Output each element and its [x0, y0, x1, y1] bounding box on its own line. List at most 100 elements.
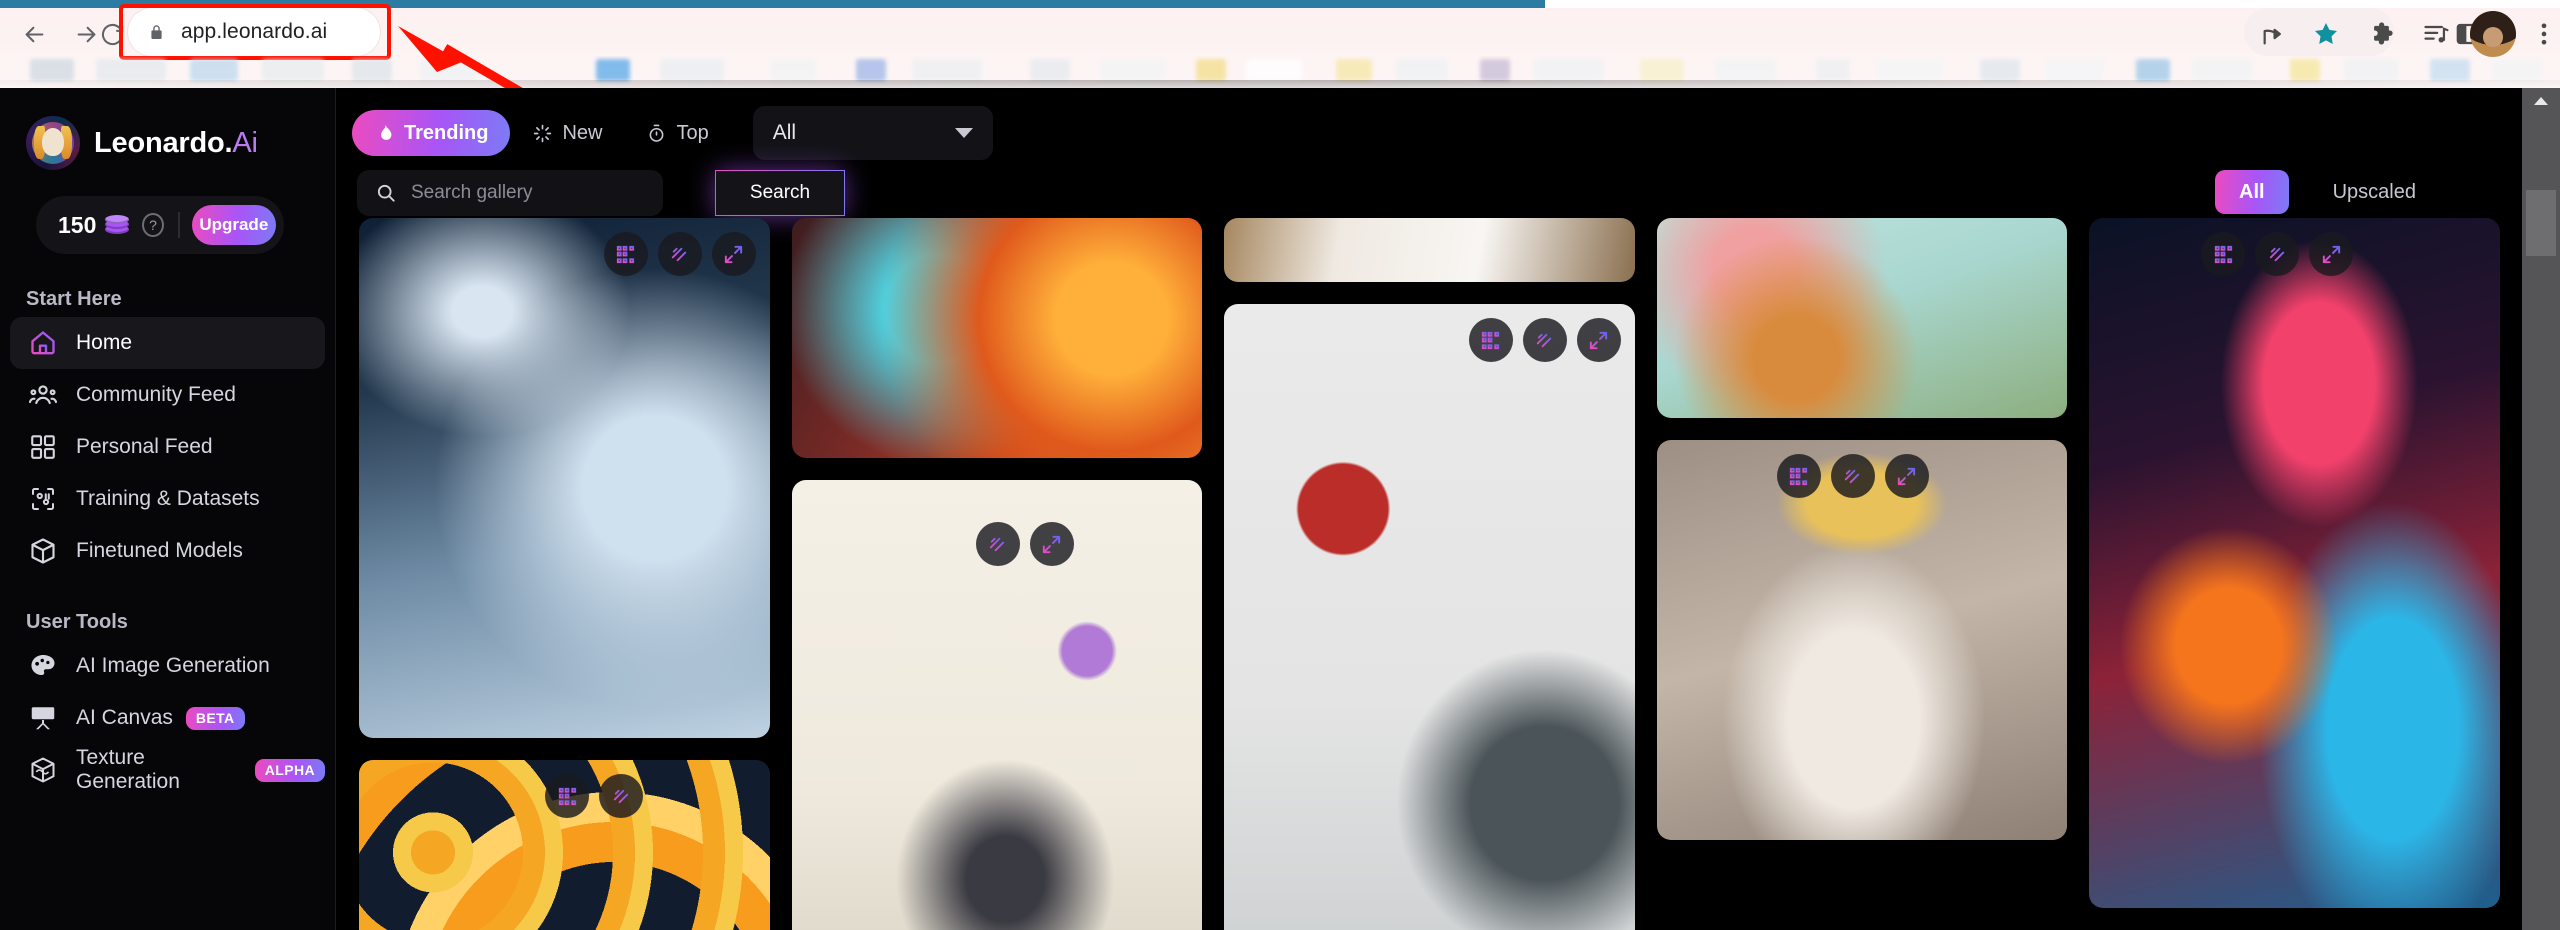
remix-pixels-icon[interactable] — [545, 774, 589, 818]
upgrade-button[interactable]: Upgrade — [191, 205, 277, 245]
vertical-scrollbar[interactable] — [2522, 88, 2560, 930]
back-arrow-icon[interactable] — [10, 10, 58, 58]
bookmark-star-icon[interactable] — [2302, 10, 2350, 58]
chrome-menu-icon[interactable] — [2520, 10, 2560, 58]
sidebar-item-community-feed[interactable]: Community Feed — [10, 369, 325, 421]
motion-strokes-icon[interactable] — [2255, 232, 2300, 276]
coin-stack-icon — [105, 214, 130, 236]
leonardo-logo-icon — [26, 116, 80, 170]
filter-label: New — [562, 121, 603, 144]
expand-arrows-icon[interactable] — [2309, 232, 2354, 276]
remix-pixels-icon[interactable] — [1776, 454, 1821, 498]
remix-pixels-icon[interactable] — [603, 232, 648, 276]
scroll-up-arrow-icon[interactable] — [2534, 97, 2548, 105]
brand-logo-row[interactable]: Leonardo.Ai — [0, 88, 335, 170]
sort-select[interactable]: All — [752, 106, 993, 160]
credits-pill: 150 ? Upgrade — [36, 196, 284, 254]
sidebar-item-home[interactable]: Home — [10, 317, 325, 369]
gallery-card[interactable] — [1656, 218, 2068, 418]
search-row: Search — [357, 170, 845, 216]
home-icon — [26, 326, 60, 360]
search-box[interactable] — [357, 170, 663, 216]
sidebar-section-start-here: Start Here — [26, 288, 122, 310]
gallery-card[interactable] — [1224, 218, 1635, 282]
stopwatch-icon — [650, 124, 664, 142]
filter-trending[interactable]: Trending — [352, 110, 511, 156]
gallery-card[interactable] — [359, 218, 770, 738]
motion-strokes-icon[interactable] — [1522, 318, 1567, 362]
card-action-bar — [975, 522, 1074, 566]
sidebar-item-label: Texture Generation — [76, 746, 180, 793]
tab-strip — [0, 0, 2560, 8]
sidebar-item-personal-feed[interactable]: Personal Feed — [10, 421, 325, 473]
cube-box-icon — [26, 534, 60, 568]
sidebar-item-label: Home — [76, 331, 133, 354]
training-dataset-icon — [26, 482, 60, 516]
view-toggle-group: All Upscaled — [2215, 170, 2440, 214]
brand-name-main: Leonardo. — [94, 126, 233, 159]
card-action-bar — [1776, 454, 1929, 498]
remix-pixels-icon[interactable] — [1468, 318, 1513, 362]
sidebar-item-label: AI Canvas — [76, 706, 173, 729]
divider — [177, 212, 180, 238]
motion-strokes-icon[interactable] — [599, 774, 643, 818]
main-content: Trending New Top All Search All — [337, 88, 2560, 930]
gallery-column — [1224, 218, 1635, 930]
search-input[interactable] — [411, 182, 631, 204]
gallery-card[interactable] — [359, 760, 770, 930]
view-toggle-all[interactable]: All — [2215, 170, 2289, 214]
sort-select-value: All — [772, 121, 797, 144]
gallery-column — [359, 218, 770, 930]
expand-arrows-icon[interactable] — [1884, 454, 1929, 498]
remix-pixels-icon[interactable] — [2201, 232, 2246, 276]
filter-new[interactable]: New — [510, 110, 624, 156]
url-bar[interactable]: app.leonardo.ai — [128, 8, 380, 56]
gallery-card[interactable] — [791, 480, 1203, 930]
sidebar-item-label: Training & Datasets — [76, 487, 260, 510]
profile-avatar-icon[interactable] — [2470, 11, 2516, 57]
badge-beta: BETA — [185, 706, 245, 730]
community-people-icon — [26, 378, 60, 412]
gallery-column — [791, 218, 1203, 930]
motion-strokes-icon[interactable] — [1830, 454, 1875, 498]
sidebar: Leonardo.Ai 150 ? Upgrade Start Here Hom… — [0, 88, 336, 930]
sidebar-item-ai-canvas[interactable]: AI Canvas BETA — [10, 692, 325, 744]
sidebar-item-texture-generation[interactable]: Texture Generation ALPHA — [10, 744, 325, 796]
share-icon[interactable] — [2250, 10, 2298, 58]
lock-icon — [151, 24, 162, 39]
card-action-bar — [1468, 318, 1621, 362]
sparkle-icon — [534, 124, 552, 142]
gallery-card[interactable] — [1224, 304, 1635, 930]
leonardo-app: Leonardo.Ai 150 ? Upgrade Start Here Hom… — [0, 88, 2560, 930]
help-circle-icon[interactable]: ? — [142, 213, 164, 237]
image-gallery[interactable] — [337, 218, 2522, 930]
sidebar-item-label: Community Feed — [76, 383, 236, 406]
browser-chrome: app.leonardo.ai — [0, 0, 2560, 94]
sidebar-item-label: Finetuned Models — [76, 539, 243, 562]
expand-arrows-icon[interactable] — [1029, 522, 1074, 566]
gallery-card[interactable] — [1656, 440, 2068, 840]
card-action-bar — [603, 232, 756, 276]
sidebar-item-ai-image-generation[interactable]: AI Image Generation — [10, 640, 325, 692]
extensions-puzzle-icon[interactable] — [2360, 10, 2408, 58]
motion-strokes-icon[interactable] — [657, 232, 702, 276]
search-button[interactable]: Search — [715, 170, 845, 216]
expand-arrows-icon[interactable] — [711, 232, 756, 276]
sidebar-item-label: Personal Feed — [76, 435, 213, 458]
view-toggle-upscaled[interactable]: Upscaled — [2309, 170, 2440, 214]
scroll-thumb[interactable] — [2526, 190, 2556, 256]
brand-name: Leonardo.Ai — [94, 127, 258, 160]
sidebar-section-user-tools: User Tools — [26, 611, 128, 633]
gallery-card[interactable] — [791, 218, 1203, 458]
filter-top[interactable]: Top — [624, 110, 730, 156]
flame-icon — [381, 124, 392, 140]
texture-cube-icon — [26, 753, 60, 787]
expand-arrows-icon[interactable] — [1576, 318, 1621, 362]
badge-alpha: ALPHA — [254, 758, 325, 782]
search-icon — [377, 184, 395, 202]
sidebar-item-training-datasets[interactable]: Training & Datasets — [10, 473, 325, 525]
sidebar-item-finetuned-models[interactable]: Finetuned Models — [10, 525, 325, 577]
motion-strokes-icon[interactable] — [975, 522, 1020, 566]
credit-count: 150 — [58, 211, 97, 238]
gallery-card[interactable] — [2089, 218, 2500, 908]
